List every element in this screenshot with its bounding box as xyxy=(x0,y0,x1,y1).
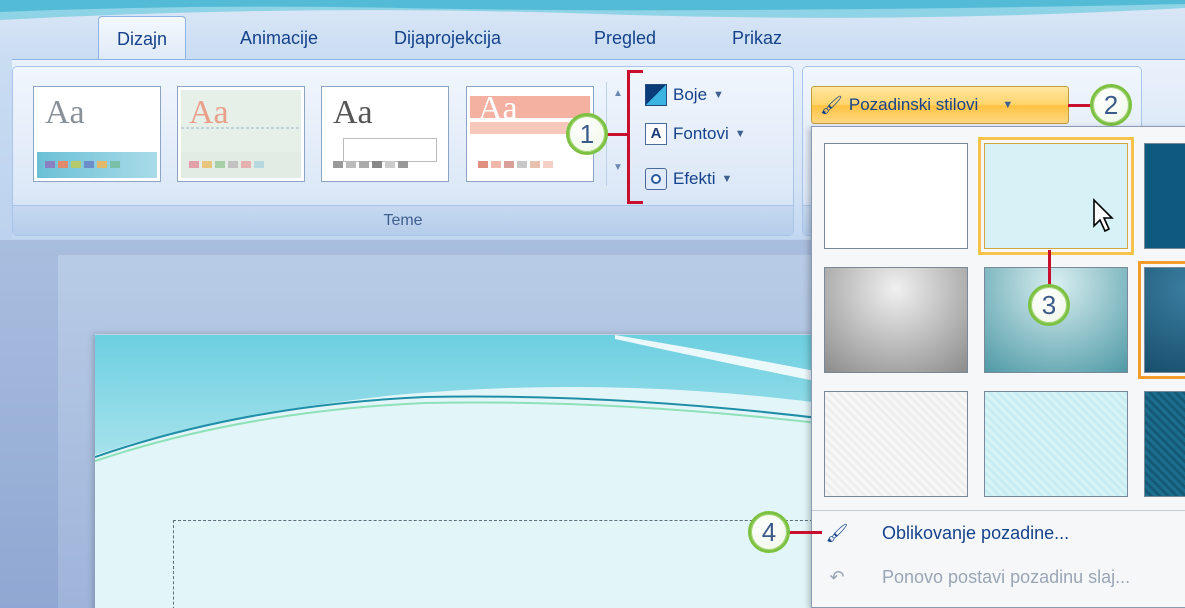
effects-button[interactable]: Efekti ▼ xyxy=(645,164,732,194)
background-style-7[interactable] xyxy=(824,391,968,497)
background-style-1[interactable] xyxy=(824,143,968,249)
scroll-more-icon[interactable]: ▼ xyxy=(613,162,623,173)
theme-thumbnail-2[interactable]: Aa xyxy=(177,86,305,182)
font-a-icon: A xyxy=(645,123,667,145)
paint-bucket-icon: 🖌 xyxy=(825,523,849,543)
callout-4-line xyxy=(786,531,822,534)
menu-reset-background-label: Ponovo postavi pozadinu slaj... xyxy=(882,567,1131,587)
colors-button-label: Boje xyxy=(673,85,708,104)
chevron-down-icon: ▼ xyxy=(721,173,733,185)
theme-sample-text: Aa xyxy=(333,94,373,131)
effects-circle-icon xyxy=(645,168,667,190)
themes-group-label: Teme xyxy=(13,205,793,235)
chevron-down-icon: ▼ xyxy=(1002,99,1014,111)
callout-3-line xyxy=(1048,250,1051,286)
background-style-9[interactable] xyxy=(1144,391,1185,497)
chevron-down-icon: ▼ xyxy=(734,128,746,140)
tab-dijaprojekcija[interactable]: Dijaprojekcija xyxy=(376,16,519,60)
background-styles-label: Pozadinski stilovi xyxy=(848,95,979,114)
background-style-4[interactable] xyxy=(824,267,968,373)
theme-thumbnail-3[interactable]: Aa xyxy=(321,86,449,182)
background-styles-gallery: 🖌 Oblikovanje pozadine... ↶ Ponovo posta… xyxy=(811,126,1185,608)
tab-animacije[interactable]: Animacije xyxy=(222,16,336,60)
menu-format-background-label: Oblikovanje pozadine... xyxy=(882,523,1070,543)
callout-1: 1 xyxy=(566,113,608,155)
mouse-pointer-icon xyxy=(1093,198,1114,233)
callout-3: 3 xyxy=(1028,284,1070,326)
background-style-6[interactable] xyxy=(1138,261,1185,379)
powerpoint-window: Dizajn Animacije Dijaprojekcija Pregled … xyxy=(0,0,1185,608)
slide-text-placeholder[interactable] xyxy=(173,520,833,608)
callout-1-bracket-bottom xyxy=(627,201,643,204)
background-style-3[interactable] xyxy=(1144,143,1185,249)
background-styles-button[interactable]: 🖌 Pozadinski stilovi ▼ xyxy=(811,86,1069,124)
paint-bucket-icon: 🖌 xyxy=(820,95,843,115)
tab-pregled[interactable]: Pregled xyxy=(576,16,674,60)
fonts-button[interactable]: A Fontovi ▼ xyxy=(645,119,746,149)
callout-1-bracket-top xyxy=(627,70,643,73)
callout-1-bracket xyxy=(627,70,630,204)
theme-sample-text: Aa xyxy=(45,94,85,131)
callout-1-line xyxy=(606,133,628,136)
color-palette-icon xyxy=(645,84,667,106)
effects-button-label: Efekti xyxy=(673,169,716,188)
menu-reset-background[interactable]: ↶ Ponovo postavi pozadinu slaj... xyxy=(812,555,1185,599)
chevron-down-icon: ▼ xyxy=(713,89,724,101)
fonts-button-label: Fontovi xyxy=(673,124,729,143)
callout-2: 2 xyxy=(1090,84,1132,126)
background-style-8[interactable] xyxy=(984,391,1128,497)
callout-4: 4 xyxy=(748,511,790,553)
tab-prikaz[interactable]: Prikaz xyxy=(714,16,800,60)
reset-background-icon: ↶ xyxy=(829,567,845,587)
tab-dizajn[interactable]: Dizajn xyxy=(98,16,187,60)
colors-button[interactable]: Boje ▼ xyxy=(645,80,724,110)
scroll-up-icon[interactable]: ▲ xyxy=(613,88,623,99)
menu-format-background[interactable]: 🖌 Oblikovanje pozadine... xyxy=(812,511,1185,555)
theme-thumbnail-1[interactable]: Aa xyxy=(33,86,161,182)
